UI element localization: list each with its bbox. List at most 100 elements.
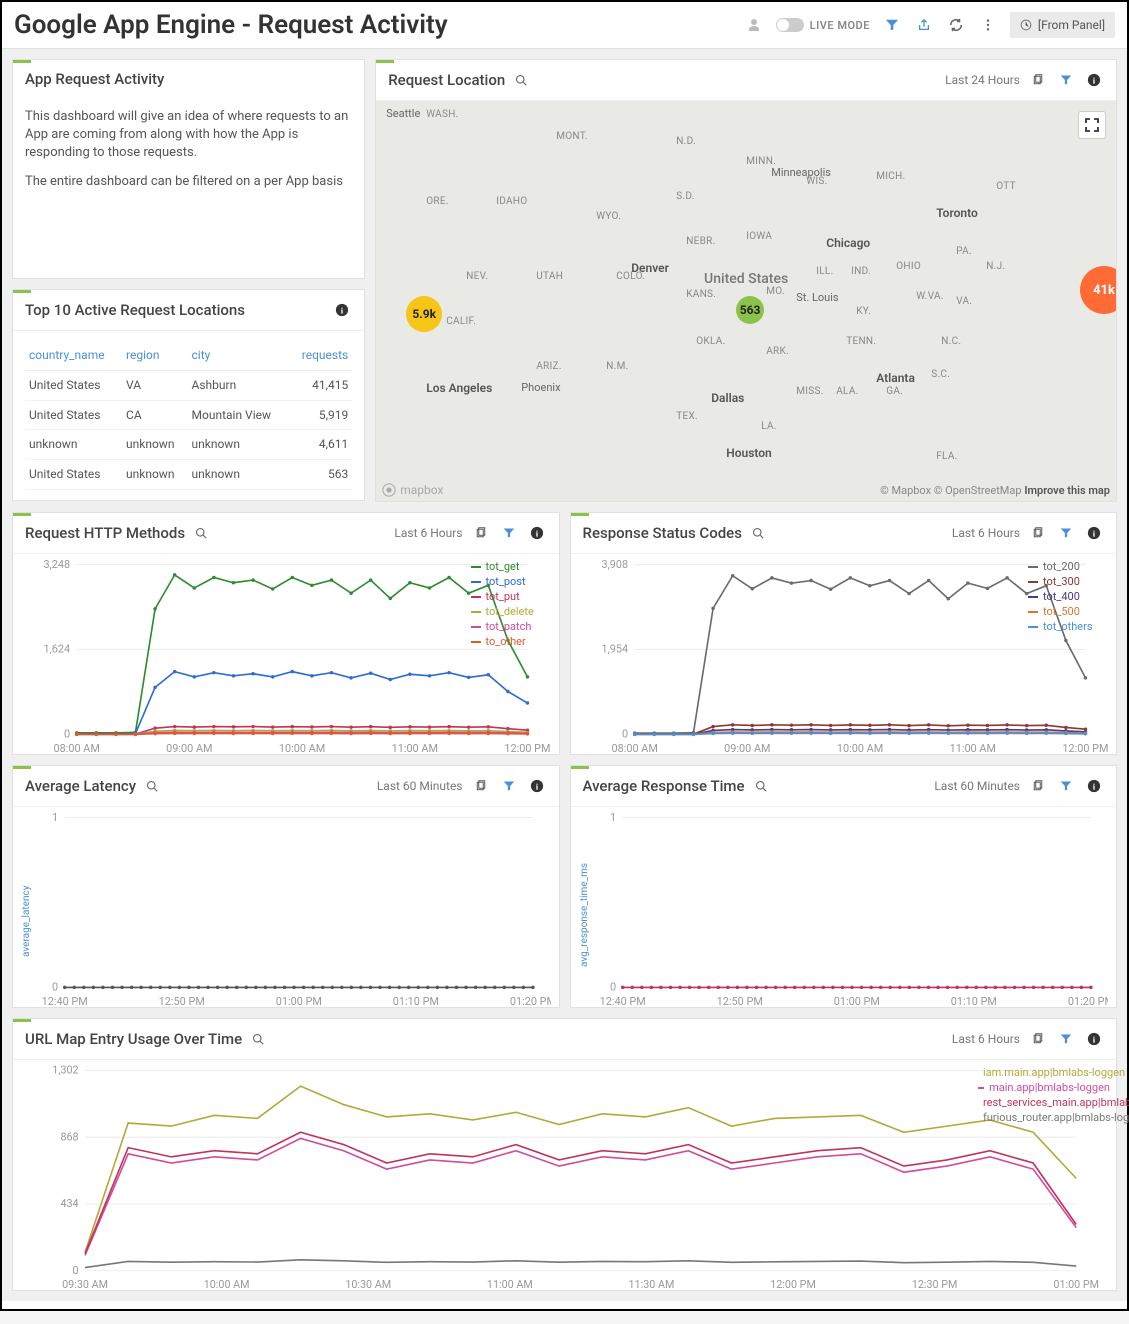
filter-icon[interactable] bbox=[1056, 70, 1076, 90]
refresh-icon[interactable] bbox=[946, 15, 966, 35]
info-icon[interactable]: i bbox=[1084, 1029, 1104, 1049]
search-icon[interactable] bbox=[511, 70, 531, 90]
state-label: GA. bbox=[886, 386, 903, 397]
bubble-green[interactable]: 563 bbox=[736, 296, 764, 324]
copy-icon[interactable] bbox=[471, 523, 491, 543]
state-label: ALA. bbox=[836, 386, 858, 397]
panel-title-desc: App Request Activity bbox=[25, 70, 164, 88]
chart-legend: iam.main.app|bmlabs-loggenmain.app|bmlab… bbox=[978, 1066, 1110, 1126]
chart-legend: tot_200tot_300tot_400tot_500tot_others bbox=[1028, 560, 1110, 635]
share-icon[interactable] bbox=[914, 15, 934, 35]
svg-text:0: 0 bbox=[64, 728, 70, 741]
panel-url-map: URL Map Entry Usage Over Time Last 6 Hou… bbox=[12, 1018, 1117, 1291]
state-label: MONT. bbox=[556, 131, 588, 142]
ylabel-latency: average_latency bbox=[21, 886, 32, 957]
live-mode-toggle[interactable]: LIVE MODE bbox=[776, 18, 870, 32]
map-attribution: © Mapbox © OpenStreetMap Improve this ma… bbox=[880, 484, 1110, 497]
state-label: ARIZ. bbox=[536, 361, 562, 372]
info-icon[interactable]: i bbox=[1084, 70, 1104, 90]
filter-icon[interactable] bbox=[1056, 776, 1076, 796]
city-label: Minneapolis bbox=[771, 166, 831, 179]
copy-icon[interactable] bbox=[1028, 776, 1048, 796]
filter-icon[interactable] bbox=[882, 15, 902, 35]
table-row[interactable]: United StatesCAMountain View5,919 bbox=[25, 400, 352, 430]
range-response: Last 60 Minutes bbox=[934, 779, 1020, 793]
svg-text:12:50 PM: 12:50 PM bbox=[159, 995, 205, 1007]
panel-status-codes: Response Status Codes Last 6 Hours i 01,… bbox=[570, 512, 1118, 755]
improve-map-link[interactable]: Improve this map bbox=[1024, 484, 1110, 497]
panel-avg-response: Average Response Time Last 60 Minutes i … bbox=[570, 765, 1118, 1008]
table-row[interactable]: United Statesunknownunknown563 bbox=[25, 460, 352, 490]
state-label: VA. bbox=[956, 296, 972, 307]
panel-request-location: Request Location Last 24 Hours i WASH.MO… bbox=[375, 59, 1117, 502]
svg-text:0: 0 bbox=[622, 728, 628, 741]
state-label: NEBR. bbox=[686, 236, 715, 247]
info-icon[interactable]: i bbox=[332, 300, 352, 320]
table-row[interactable]: United StatesVAAshburn41,415 bbox=[25, 370, 352, 400]
state-label: IDAHO bbox=[496, 196, 527, 207]
th-region[interactable]: region bbox=[122, 341, 188, 370]
map-country-label: United States bbox=[704, 271, 788, 287]
copy-icon[interactable] bbox=[471, 776, 491, 796]
state-label: KY. bbox=[856, 306, 871, 317]
svg-text:434: 434 bbox=[60, 1197, 78, 1210]
info-icon[interactable]: i bbox=[527, 776, 547, 796]
chart-legend: tot_gettot_posttot_puttot_deletetot_patc… bbox=[471, 560, 553, 650]
state-label: NEV. bbox=[466, 271, 488, 282]
svg-text:12:00 PM: 12:00 PM bbox=[504, 742, 550, 754]
filter-icon[interactable] bbox=[499, 776, 519, 796]
panel-title-http: Request HTTP Methods bbox=[25, 524, 185, 542]
from-panel-button[interactable]: [From Panel] bbox=[1010, 12, 1115, 38]
state-label: MICH. bbox=[876, 171, 905, 182]
th-country[interactable]: country_name bbox=[25, 341, 122, 370]
svg-text:09:30 AM: 09:30 AM bbox=[62, 1278, 108, 1290]
search-icon[interactable] bbox=[748, 523, 768, 543]
city-label: Los Angeles bbox=[426, 381, 492, 395]
panel-title-latency: Average Latency bbox=[25, 777, 136, 795]
search-icon[interactable] bbox=[248, 1029, 268, 1049]
th-city[interactable]: city bbox=[188, 341, 290, 370]
table-row[interactable]: unknownunknownunknown4,611 bbox=[25, 430, 352, 460]
copy-icon[interactable] bbox=[1028, 523, 1048, 543]
state-label: MISS. bbox=[796, 386, 823, 397]
svg-text:12:00 PM: 12:00 PM bbox=[770, 1278, 816, 1290]
state-label: IND. bbox=[851, 266, 871, 277]
svg-text:10:00 AM: 10:00 AM bbox=[204, 1278, 250, 1290]
bubble-yellow[interactable]: 5.9k bbox=[406, 296, 442, 332]
search-icon[interactable] bbox=[142, 776, 162, 796]
more-icon[interactable] bbox=[978, 15, 998, 35]
expand-icon[interactable] bbox=[1078, 111, 1106, 139]
copy-icon[interactable] bbox=[1028, 1029, 1048, 1049]
filter-icon[interactable] bbox=[1056, 523, 1076, 543]
svg-text:12:40 PM: 12:40 PM bbox=[599, 995, 645, 1007]
state-label: WYO. bbox=[596, 211, 621, 222]
state-label: UTAH bbox=[536, 271, 563, 282]
svg-text:868: 868 bbox=[60, 1130, 78, 1143]
city-label: Denver bbox=[631, 261, 669, 275]
bubble-orange[interactable]: 41k bbox=[1080, 266, 1116, 314]
state-label: S.D. bbox=[676, 191, 694, 202]
svg-text:08:00 AM: 08:00 AM bbox=[53, 742, 99, 754]
state-label: ARK. bbox=[766, 346, 789, 357]
svg-text:1,954: 1,954 bbox=[601, 643, 628, 656]
state-label: N.D. bbox=[676, 136, 696, 147]
copy-icon[interactable] bbox=[1028, 70, 1048, 90]
info-icon[interactable]: i bbox=[1084, 523, 1104, 543]
filter-icon[interactable] bbox=[1056, 1029, 1076, 1049]
panel-title-top10: Top 10 Active Request Locations bbox=[25, 301, 245, 319]
range-http: Last 6 Hours bbox=[394, 526, 462, 540]
info-icon[interactable]: i bbox=[1084, 776, 1104, 796]
search-icon[interactable] bbox=[751, 776, 771, 796]
range-latency: Last 60 Minutes bbox=[377, 779, 463, 793]
panel-http-methods: Request HTTP Methods Last 6 Hours i 01,6… bbox=[12, 512, 560, 755]
user-icon bbox=[744, 15, 764, 35]
svg-text:01:00 PM: 01:00 PM bbox=[833, 995, 879, 1007]
filter-icon[interactable] bbox=[499, 523, 519, 543]
search-icon[interactable] bbox=[191, 523, 211, 543]
th-requests[interactable]: requests bbox=[289, 341, 352, 370]
info-icon[interactable]: i bbox=[527, 523, 547, 543]
state-label: S.C. bbox=[931, 369, 950, 380]
map-canvas[interactable]: WASH.MONT.N.D.MINN.WIS.MICH.IDAHOORE.WYO… bbox=[376, 101, 1116, 501]
state-label: N.J. bbox=[986, 261, 1005, 272]
mapbox-logo: mapbox bbox=[382, 483, 443, 497]
